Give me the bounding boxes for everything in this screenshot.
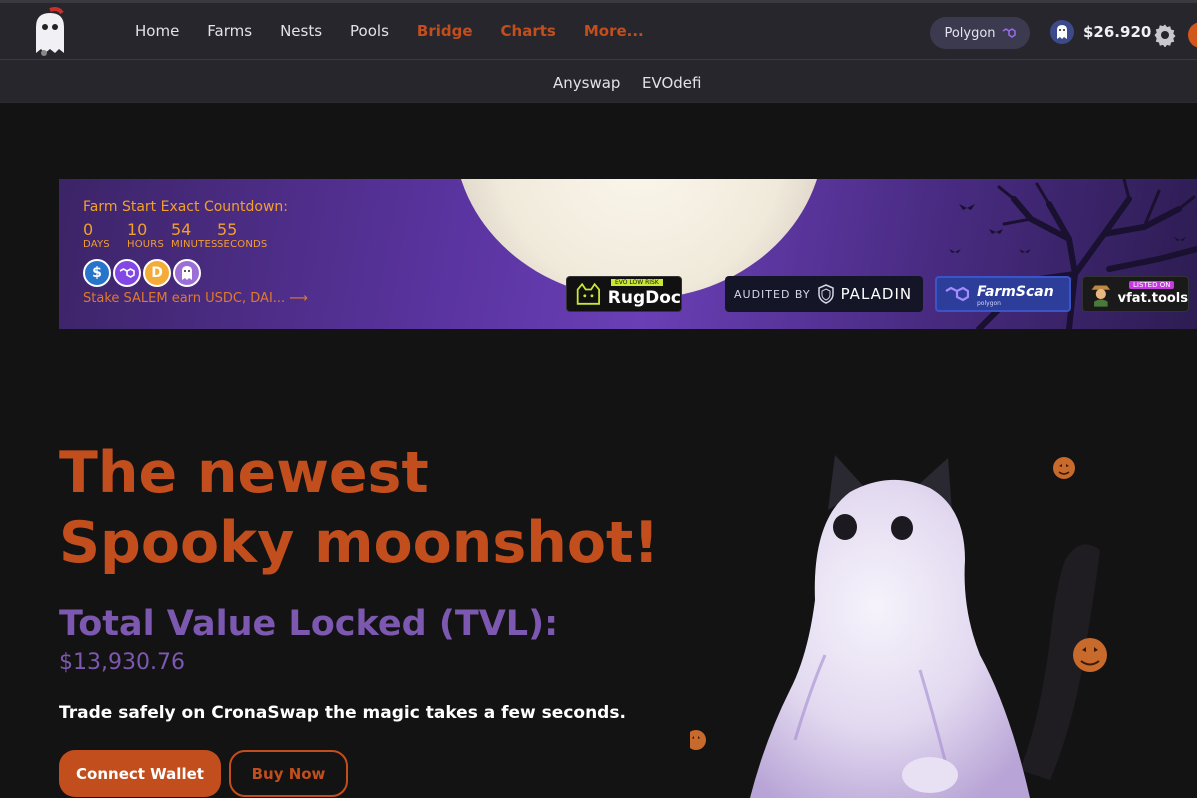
- countdown-days: 0 DAYS: [83, 220, 121, 251]
- farmscan-label: FarmScan: [977, 284, 1054, 300]
- pumpkin-icon: [1053, 457, 1075, 479]
- sub-navbar: Anyswap EVOdefi: [0, 60, 1197, 103]
- token-price-value: $26.920: [1083, 23, 1152, 41]
- top-navbar: Home Farms Nests Pools Bridge Charts Mor…: [0, 0, 1197, 60]
- tvl-label: Total Value Locked (TVL):: [59, 604, 559, 644]
- countdown-value: 0: [83, 220, 94, 239]
- buy-now-button[interactable]: Buy Now: [229, 750, 348, 797]
- paladin-label: PALADIN: [840, 285, 913, 303]
- dai-icon: D: [143, 259, 171, 287]
- nav-farms[interactable]: Farms: [207, 22, 252, 40]
- vfat-badge[interactable]: LISTED ON vfat.tools: [1082, 276, 1189, 312]
- avatar[interactable]: [1188, 22, 1197, 48]
- ghost-logo-icon[interactable]: [28, 7, 72, 57]
- nav-charts[interactable]: Charts: [501, 22, 556, 40]
- network-label: Polygon: [944, 25, 996, 41]
- nav-nests[interactable]: Nests: [280, 22, 322, 40]
- salem-ghost-icon: [173, 259, 201, 287]
- tvl-value: $13,930.76: [59, 650, 185, 675]
- farmscan-badge[interactable]: FarmScan polygon: [935, 276, 1071, 312]
- nav-pools[interactable]: Pools: [350, 22, 389, 40]
- polygon-icon: [945, 286, 969, 302]
- countdown-value: 55: [217, 220, 238, 239]
- rugdoc-badge[interactable]: EVO LOW RISK RugDoc: [566, 276, 682, 312]
- shield-icon: [817, 284, 834, 304]
- hero-title: The newest Spooky moonshot!: [59, 440, 660, 576]
- nav-home[interactable]: Home: [135, 22, 179, 40]
- token-price: $26.920: [1050, 20, 1151, 44]
- farmer-avatar-icon: [1091, 285, 1111, 307]
- main-nav: Home Farms Nests Pools Bridge Charts Mor…: [135, 22, 672, 40]
- countdown-value: 54: [171, 220, 192, 239]
- gear-icon[interactable]: [1153, 23, 1177, 47]
- farmscan-network: polygon: [977, 300, 1001, 307]
- countdown-unit: MINUTES: [171, 239, 218, 250]
- vfat-label: vfat.tools: [1117, 290, 1188, 306]
- promo-banner: Farm Start Exact Countdown: 0 DAYS 10 HO…: [59, 179, 1197, 329]
- countdown-unit: SECONDS: [217, 239, 268, 250]
- countdown-value: 10: [127, 220, 148, 239]
- usdc-icon: $: [83, 259, 111, 287]
- vfat-tag: LISTED ON: [1129, 281, 1175, 289]
- network-selector[interactable]: Polygon: [930, 17, 1030, 49]
- countdown: 0 DAYS 10 HOURS 54 MINUTES 55 SECONDS: [83, 220, 279, 251]
- reward-tokens: $ D: [83, 259, 201, 287]
- nav-bridge[interactable]: Bridge: [417, 22, 473, 40]
- rugdoc-label: RugDoc: [607, 288, 681, 308]
- ghost-cat-illustration: [690, 455, 1107, 798]
- paladin-badge[interactable]: AUDITED BY PALADIN: [725, 276, 923, 312]
- subnav-anyswap[interactable]: Anyswap: [553, 74, 620, 92]
- stake-link[interactable]: Stake SALEM earn USDC, DAI... ⟶: [83, 291, 308, 306]
- countdown-unit: DAYS: [83, 239, 110, 250]
- countdown-hours: 10 HOURS: [127, 220, 165, 251]
- audited-by-label: AUDITED BY: [734, 287, 811, 301]
- rugdoc-tag: EVO LOW RISK: [611, 279, 663, 286]
- token-icon: [1050, 20, 1074, 44]
- countdown-minutes: 54 MINUTES: [171, 220, 218, 251]
- countdown-unit: HOURS: [127, 239, 165, 250]
- countdown-title: Farm Start Exact Countdown:: [83, 199, 289, 215]
- subnav-evodefi[interactable]: EVOdefi: [642, 74, 701, 92]
- nav-more[interactable]: More...: [584, 22, 644, 40]
- countdown-seconds: 55 SECONDS: [217, 220, 273, 251]
- polygon-token-icon: [113, 259, 141, 287]
- hero-tagline: Trade safely on CronaSwap the magic take…: [59, 703, 626, 723]
- polygon-icon: [1002, 28, 1016, 38]
- rugdoc-cat-icon: [576, 282, 600, 305]
- farmscan-text: FarmScan polygon: [977, 281, 1054, 307]
- connect-wallet-button[interactable]: Connect Wallet: [59, 750, 221, 797]
